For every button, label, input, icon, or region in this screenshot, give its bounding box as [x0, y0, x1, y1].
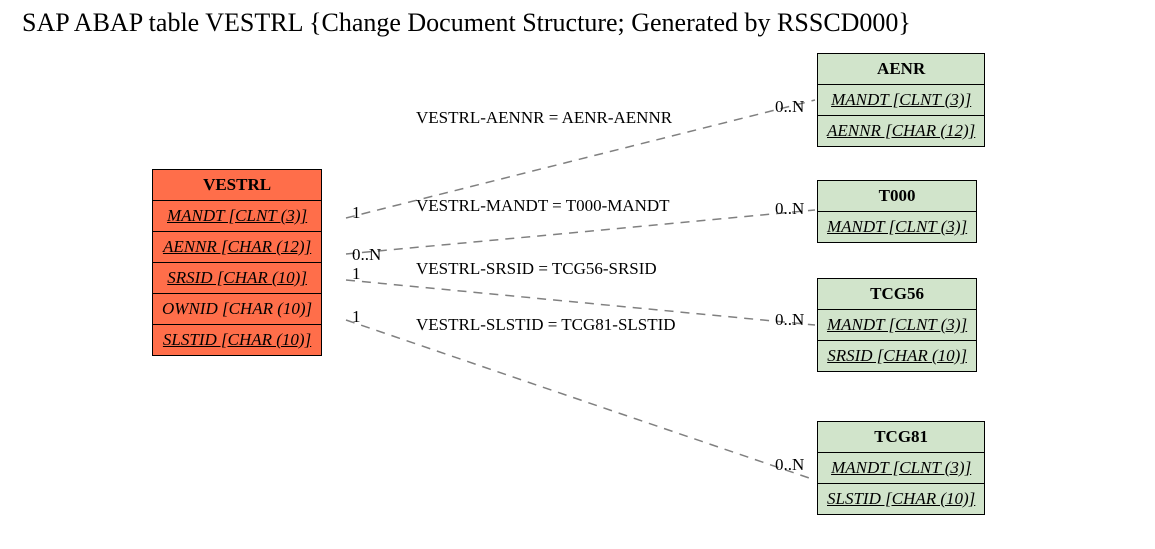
- card-left-1: 1: [352, 203, 361, 223]
- entity-t000-name: T000: [818, 181, 977, 212]
- card-left-2: 0..N: [352, 245, 381, 265]
- entity-vestrl: VESTRL MANDT [CLNT (3)] AENNR [CHAR (12)…: [152, 169, 322, 356]
- card-right-4: 0..N: [775, 455, 804, 475]
- entity-aenr-field: MANDT [CLNT (3)]: [818, 85, 985, 116]
- entity-tcg81-field: MANDT [CLNT (3)]: [818, 453, 985, 484]
- rel-slstid-label: VESTRL-SLSTID = TCG81-SLSTID: [416, 315, 676, 335]
- card-left-4: 1: [352, 307, 361, 327]
- entity-tcg81-field: SLSTID [CHAR (10)]: [818, 484, 985, 515]
- entity-aenr: AENR MANDT [CLNT (3)] AENNR [CHAR (12)]: [817, 53, 985, 147]
- entity-tcg56-name: TCG56: [818, 279, 977, 310]
- entity-vestrl-name: VESTRL: [153, 170, 322, 201]
- entity-tcg56-field: SRSID [CHAR (10)]: [818, 341, 977, 372]
- entity-tcg81-name: TCG81: [818, 422, 985, 453]
- rel-aennr-label: VESTRL-AENNR = AENR-AENNR: [416, 108, 672, 128]
- entity-vestrl-field: MANDT [CLNT (3)]: [153, 201, 322, 232]
- entity-vestrl-field: OWNID [CHAR (10)]: [153, 294, 322, 325]
- rel-srsid-label: VESTRL-SRSID = TCG56-SRSID: [416, 259, 657, 279]
- card-left-3: 1: [352, 264, 361, 284]
- card-right-1: 0..N: [775, 97, 804, 117]
- entity-tcg56: TCG56 MANDT [CLNT (3)] SRSID [CHAR (10)]: [817, 278, 977, 372]
- entity-tcg81: TCG81 MANDT [CLNT (3)] SLSTID [CHAR (10)…: [817, 421, 985, 515]
- entity-vestrl-field: SLSTID [CHAR (10)]: [153, 325, 322, 356]
- entity-t000: T000 MANDT [CLNT (3)]: [817, 180, 977, 243]
- entity-vestrl-field: AENNR [CHAR (12)]: [153, 232, 322, 263]
- page-title: SAP ABAP table VESTRL {Change Document S…: [22, 8, 911, 38]
- entity-tcg56-field: MANDT [CLNT (3)]: [818, 310, 977, 341]
- entity-aenr-name: AENR: [818, 54, 985, 85]
- entity-aenr-field: AENNR [CHAR (12)]: [818, 116, 985, 147]
- card-right-3: 0..N: [775, 310, 804, 330]
- rel-mandt-label: VESTRL-MANDT = T000-MANDT: [416, 196, 670, 216]
- entity-vestrl-field: SRSID [CHAR (10)]: [153, 263, 322, 294]
- card-right-2: 0..N: [775, 199, 804, 219]
- entity-t000-field: MANDT [CLNT (3)]: [818, 212, 977, 243]
